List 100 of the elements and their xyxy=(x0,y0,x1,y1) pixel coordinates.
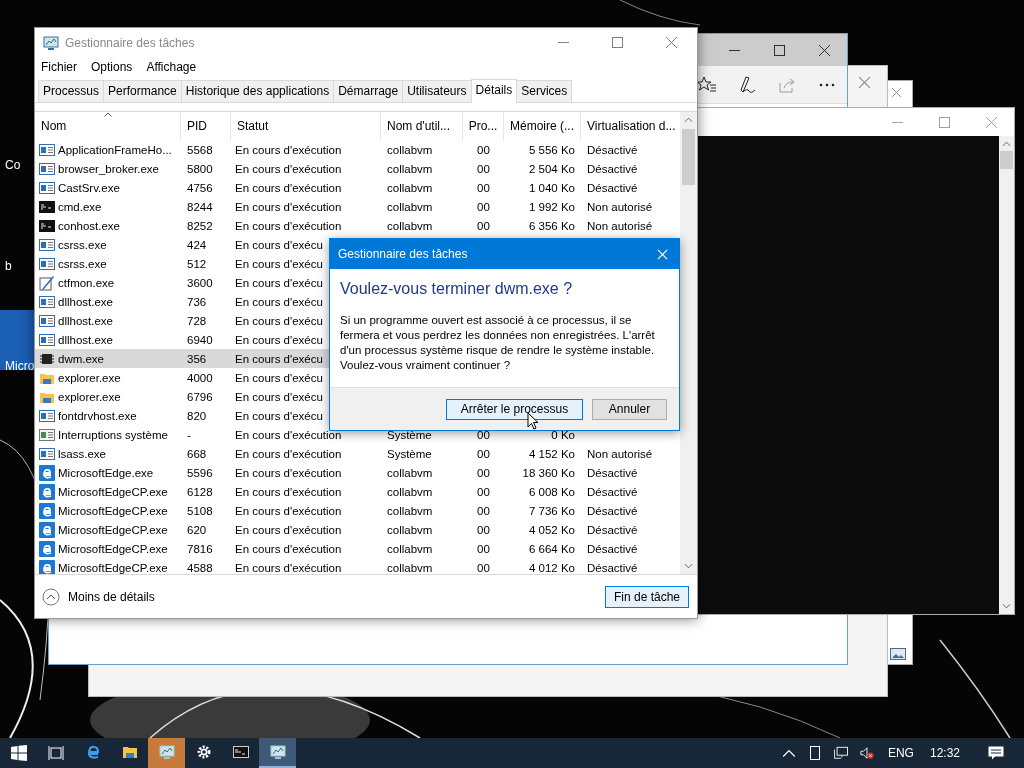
pid-cell: 6940 xyxy=(187,333,213,346)
process-name: ctfmon.exe xyxy=(58,276,115,289)
pid-cell: 728 xyxy=(187,314,207,327)
status-cell: En cours d'exécution xyxy=(235,200,342,213)
memory-cell: 18 360 Ko xyxy=(522,466,575,479)
virtualization-cell: Désactivé xyxy=(587,542,638,555)
process-name: conhost.exe xyxy=(58,219,120,232)
pid-cell: 6128 xyxy=(187,485,213,498)
process-name: browser_broker.exe xyxy=(58,162,159,175)
pid-cell: 6796 xyxy=(187,390,213,403)
pid-cell: 620 xyxy=(187,523,207,536)
user-cell: collabvm xyxy=(387,561,433,574)
pid-cell: 820 xyxy=(187,409,207,422)
user-cell: collabvm xyxy=(387,219,433,232)
pid-cell: 356 xyxy=(187,352,207,365)
process-name: MicrosoftEdgeCP.exe xyxy=(58,504,168,517)
process-name: MicrosoftEdgeCP.exe xyxy=(58,561,168,574)
cpu-cell: 00 xyxy=(477,428,490,441)
status-cell: En cours d'exécution xyxy=(235,504,342,517)
status-cell: En cours d'exécution xyxy=(235,428,342,441)
status-cell: En cours d'exécu xyxy=(235,409,323,422)
cpu-cell: 00 xyxy=(477,466,490,479)
user-cell: collabvm xyxy=(387,200,433,213)
cpu-cell: 00 xyxy=(477,485,490,498)
status-cell: En cours d'exécu xyxy=(235,333,323,346)
pid-cell: 424 xyxy=(187,238,207,251)
pid-cell: - xyxy=(187,428,191,441)
memory-cell: 6 356 Ko xyxy=(528,219,575,232)
process-name: csrss.exe xyxy=(58,238,107,251)
memory-cell: 6 008 Ko xyxy=(528,485,575,498)
virtualization-cell: Non autorisé xyxy=(587,219,653,232)
status-cell: En cours d'exécution xyxy=(235,219,342,232)
user-cell: Système xyxy=(387,428,432,441)
dialog-title: Gestionnaire des tâches xyxy=(338,247,469,261)
user-cell: collabvm xyxy=(387,485,433,498)
pid-cell: 5596 xyxy=(187,466,213,479)
pid-cell: 4756 xyxy=(187,181,213,194)
status-cell: En cours d'exécution xyxy=(235,143,342,156)
memory-cell: 1 040 Ko xyxy=(528,181,575,194)
cpu-cell: 00 xyxy=(477,523,490,536)
pid-cell: 3600 xyxy=(187,276,213,289)
virtualization-cell: Non autorisé xyxy=(587,447,653,460)
process-name: explorer.exe xyxy=(58,390,121,403)
process-name: fontdrvhost.exe xyxy=(58,409,137,422)
user-cell: collabvm xyxy=(387,504,433,517)
status-cell: En cours d'exécu xyxy=(235,238,323,251)
status-cell: En cours d'exécu xyxy=(235,295,323,308)
status-cell: En cours d'exécution xyxy=(235,466,342,479)
cpu-cell: 00 xyxy=(477,200,490,213)
process-name: dllhost.exe xyxy=(58,333,113,346)
process-name: MicrosoftEdge.exe xyxy=(58,466,154,479)
process-name: cmd.exe xyxy=(58,200,102,213)
process-name: MicrosoftEdgeCP.exe xyxy=(58,523,168,536)
process-name: csrss.exe xyxy=(58,257,107,270)
pid-cell: 8244 xyxy=(187,200,213,213)
cpu-cell: 00 xyxy=(477,181,490,194)
virtualization-cell: Désactivé xyxy=(587,162,638,175)
process-name: CastSrv.exe xyxy=(58,181,120,194)
memory-cell: 4 152 Ko xyxy=(528,447,575,460)
dialog-heading: Voulez-vous terminer dwm.exe ? xyxy=(340,280,574,298)
status-cell: En cours d'exécution xyxy=(235,542,342,555)
cpu-cell: 00 xyxy=(477,542,490,555)
user-cell: collabvm xyxy=(387,143,433,156)
pid-cell: 5568 xyxy=(187,143,213,156)
pid-cell: 8252 xyxy=(187,219,213,232)
status-cell: En cours d'exécution xyxy=(235,561,342,574)
pid-cell: 5800 xyxy=(187,162,213,175)
user-cell: collabvm xyxy=(387,466,433,479)
pid-cell: 7816 xyxy=(187,542,213,555)
status-cell: En cours d'exécution xyxy=(235,162,342,175)
virtualization-cell: Désactivé xyxy=(587,523,638,536)
user-cell: collabvm xyxy=(387,523,433,536)
status-cell: En cours d'exécution xyxy=(235,181,342,194)
process-name: MicrosoftEdgeCP.exe xyxy=(58,542,168,555)
process-name: explorer.exe xyxy=(58,371,121,384)
virtualization-cell: Non autorisé xyxy=(587,200,653,213)
process-name: Interruptions système xyxy=(58,428,168,441)
dialog-message: Si un programme ouvert est associé à ce processus, il se fermera et vous perdrez les données non enregistrées. L'arrêt d'un processus système risque de rendre le système instable. Voulez-vous vraiment continuer ? xyxy=(340,313,656,373)
virtualization-cell: Désactivé xyxy=(587,466,638,479)
cpu-cell: 00 xyxy=(477,143,490,156)
memory-cell: 5 556 Ko xyxy=(528,143,575,156)
user-cell: collabvm xyxy=(387,542,433,555)
pid-cell: 512 xyxy=(187,257,207,270)
memory-cell: 4 052 Ko xyxy=(528,523,575,536)
virtualization-cell: Désactivé xyxy=(587,504,638,517)
pid-cell: 4588 xyxy=(187,561,213,574)
memory-cell: 1 992 Ko xyxy=(528,200,575,213)
memory-cell: 4 012 Ko xyxy=(528,561,575,574)
cpu-cell: 00 xyxy=(477,447,490,460)
user-cell: Système xyxy=(387,447,432,460)
virtualization-cell: Désactivé xyxy=(587,143,638,156)
process-name: dwm.exe xyxy=(58,352,105,365)
cpu-cell: 00 xyxy=(477,162,490,175)
process-name: dllhost.exe xyxy=(58,295,113,308)
status-cell: En cours d'exécu xyxy=(235,352,323,365)
status-cell: En cours d'exécu xyxy=(235,390,323,403)
memory-cell: 0 Ko xyxy=(551,428,575,441)
pid-cell: 4000 xyxy=(187,371,213,384)
status-cell: En cours d'exécu xyxy=(235,314,323,327)
user-cell: collabvm xyxy=(387,162,433,175)
